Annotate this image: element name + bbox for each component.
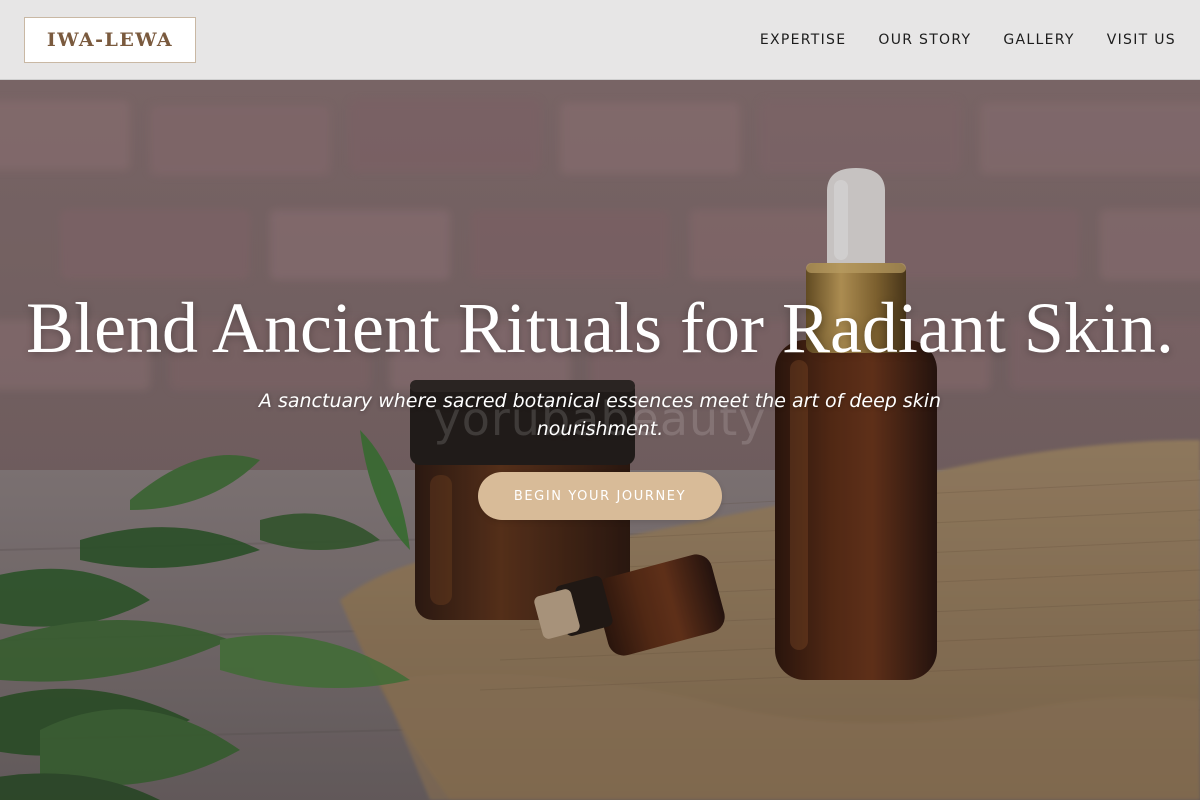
site-header: IWA-LEWA EXPERTISE OUR STORY GALLERY VIS…: [0, 0, 1200, 80]
nav-link-visit-us[interactable]: VISIT US: [1107, 32, 1176, 48]
nav-link-our-story[interactable]: OUR STORY: [878, 32, 971, 48]
nav-link-expertise[interactable]: EXPERTISE: [760, 32, 847, 48]
page: IWA-LEWA EXPERTISE OUR STORY GALLERY VIS…: [0, 0, 1200, 800]
nav-link-gallery[interactable]: GALLERY: [1003, 32, 1074, 48]
hero-subtitle: A sanctuary where sacred botanical essen…: [258, 390, 942, 440]
begin-journey-button[interactable]: BEGIN YOUR JOURNEY: [478, 472, 722, 520]
hero-content: yorubabeauty Blend Ancient Rituals for R…: [0, 80, 1200, 800]
main-nav: EXPERTISE OUR STORY GALLERY VISIT US: [760, 0, 1176, 80]
hero-title: Blend Ancient Rituals for Radiant Skin.: [26, 288, 1174, 368]
hero-section: yorubabeauty Blend Ancient Rituals for R…: [0, 80, 1200, 800]
logo[interactable]: IWA-LEWA: [24, 17, 196, 63]
